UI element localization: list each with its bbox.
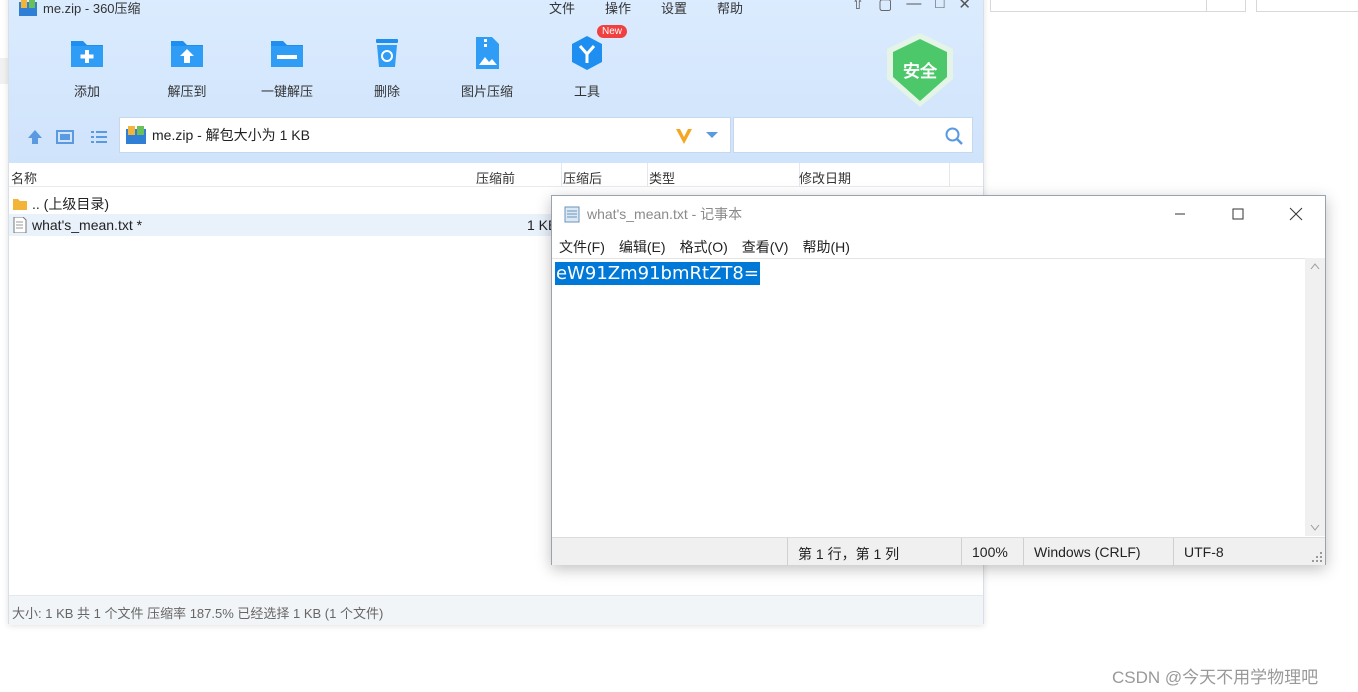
tools-button[interactable]: New 工具 — [537, 25, 637, 100]
tools-label: 工具 — [573, 84, 600, 99]
path-text: me.zip - 解包大小为 1 KB — [152, 127, 310, 143]
notepad-icon — [564, 206, 580, 223]
extract-to-label: 解压到 — [167, 84, 207, 99]
close-icon[interactable]: ✕ — [958, 0, 971, 13]
notepad-title: what's_mean.txt - 记事本 — [587, 206, 743, 222]
notepad-menubar: 文件(F) 编辑(E) 格式(O) 查看(V) 帮助(H) — [559, 237, 850, 257]
chevron-down-icon[interactable] — [704, 127, 720, 143]
vertical-scrollbar[interactable] — [1305, 258, 1325, 536]
path-bar[interactable]: me.zip - 解包大小为 1 KB — [119, 117, 731, 153]
zip-window-controls: ⇧ ▢ — □ ✕ — [852, 0, 971, 13]
file-list-header: 名称 压缩前 压缩后 类型 修改日期 — [9, 163, 983, 187]
v-logo-icon[interactable] — [674, 126, 694, 146]
menu-help[interactable]: 帮助(H) — [802, 237, 849, 257]
feedback-icon[interactable]: ▢ — [878, 0, 892, 13]
file-name: what's_mean.txt * — [32, 217, 143, 233]
maximize-button[interactable] — [1209, 196, 1267, 232]
notepad-titlebar: what's_mean.txt - 记事本 — [552, 196, 1325, 232]
background-window-edge — [1256, 0, 1358, 12]
minimize-icon[interactable]: — — [906, 0, 921, 13]
menu-format[interactable]: 格式(O) — [680, 237, 728, 257]
skin-icon[interactable]: ⇧ — [852, 0, 865, 13]
minimize-button[interactable] — [1151, 196, 1209, 232]
notepad-text-area[interactable]: eW91Zm91bmRtZT8= — [552, 258, 1306, 536]
zip-titlebar: me.zip - 360压缩 — [19, 0, 141, 17]
delete-icon — [376, 39, 398, 67]
image-compress-button[interactable]: 图片压缩 — [437, 33, 537, 100]
tools-icon-wrap: New — [567, 25, 627, 73]
scroll-down-icon[interactable] — [1310, 524, 1320, 532]
menu-edit[interactable]: 编辑(E) — [619, 237, 666, 257]
background-window-edge — [990, 0, 1208, 12]
add-folder-icon — [71, 41, 103, 67]
safe-label: 安全 — [903, 61, 938, 82]
extract-to-icon — [171, 41, 203, 67]
add-label: 添加 — [73, 84, 100, 99]
list-view-icon[interactable] — [89, 127, 109, 147]
col-modified-date[interactable]: 修改日期 — [799, 168, 851, 187]
one-click-extract-icon — [271, 41, 303, 67]
notepad-window-controls — [1151, 196, 1325, 232]
zip-menu-operate[interactable]: 操作 — [605, 0, 631, 17]
col-type[interactable]: 类型 — [649, 168, 675, 187]
col-compressed-size[interactable]: 压缩后 — [563, 168, 602, 187]
col-divider — [949, 163, 950, 187]
zip-header: me.zip - 360压缩 文件 操作 设置 帮助 ⇧ ▢ — □ ✕ 添加 … — [9, 0, 983, 163]
col-divider — [561, 163, 562, 187]
watermark: CSDN @今天不用学物理吧 — [1112, 668, 1319, 687]
zip-toolbar: 添加 解压到 一键解压 删除 图片压缩 New 工具 — [37, 25, 637, 100]
close-icon — [1289, 207, 1303, 221]
search-icon[interactable] — [944, 126, 964, 146]
add-button[interactable]: 添加 — [37, 33, 137, 100]
zip-app-icon — [19, 0, 37, 16]
notepad-window: what's_mean.txt - 记事本 文件(F) 编辑(E) 格式(O) … — [551, 195, 1326, 566]
notepad-status-bar: 第 1 行，第 1 列 100% Windows (CRLF) UTF-8 — [552, 537, 1325, 566]
tools-icon — [572, 36, 602, 70]
col-name[interactable]: 名称 — [11, 168, 37, 187]
status-line-ending: Windows (CRLF) — [1023, 538, 1141, 566]
minimize-icon — [1175, 213, 1185, 215]
zip-menu-settings[interactable]: 设置 — [661, 0, 687, 17]
col-original-size[interactable]: 压缩前 — [476, 168, 515, 187]
selected-text[interactable]: eW91Zm91bmRtZT8= — [555, 262, 760, 285]
safe-shield-icon[interactable]: 安全 — [883, 31, 957, 111]
new-badge: New — [596, 25, 627, 38]
one-click-extract-label: 一键解压 — [260, 84, 313, 99]
maximize-icon — [1232, 208, 1244, 220]
status-zoom: 100% — [961, 538, 1008, 566]
zip-navbar: me.zip - 解包大小为 1 KB — [9, 115, 983, 159]
zip-window-title: me.zip - 360压缩 — [43, 1, 141, 16]
maximize-icon[interactable]: □ — [935, 0, 944, 13]
col-divider — [647, 163, 648, 187]
resize-grip-icon[interactable] — [1311, 551, 1323, 563]
image-compress-label: 图片压缩 — [460, 84, 513, 99]
zip-status-bar: 大小: 1 KB 共 1 个文件 压缩率 187.5% 已经选择 1 KB (1… — [9, 595, 983, 625]
menu-view[interactable]: 查看(V) — [742, 237, 789, 257]
one-click-extract-button[interactable]: 一键解压 — [237, 33, 337, 100]
up-level-icon[interactable] — [25, 127, 45, 147]
zip-file-icon — [126, 126, 146, 144]
status-position: 第 1 行，第 1 列 — [787, 538, 899, 566]
zip-menu-file[interactable]: 文件 — [549, 0, 575, 17]
zip-menu-help[interactable]: 帮助 — [717, 0, 743, 17]
delete-button[interactable]: 删除 — [337, 33, 437, 100]
image-compress-icon — [476, 37, 499, 69]
status-encoding: UTF-8 — [1173, 538, 1224, 566]
folder-icon — [13, 199, 27, 210]
close-button[interactable] — [1267, 196, 1325, 232]
delete-label: 删除 — [373, 84, 400, 99]
zip-menubar: 文件 操作 设置 帮助 — [549, 0, 743, 17]
file-name: .. (上级目录) — [32, 196, 109, 212]
background-window-edge — [1206, 0, 1246, 12]
search-input[interactable] — [733, 117, 973, 153]
extract-to-button[interactable]: 解压到 — [137, 33, 237, 100]
scroll-up-icon[interactable] — [1310, 262, 1320, 270]
thumbnail-view-icon[interactable] — [55, 127, 75, 147]
menu-file[interactable]: 文件(F) — [559, 237, 605, 257]
text-file-icon — [13, 217, 27, 233]
